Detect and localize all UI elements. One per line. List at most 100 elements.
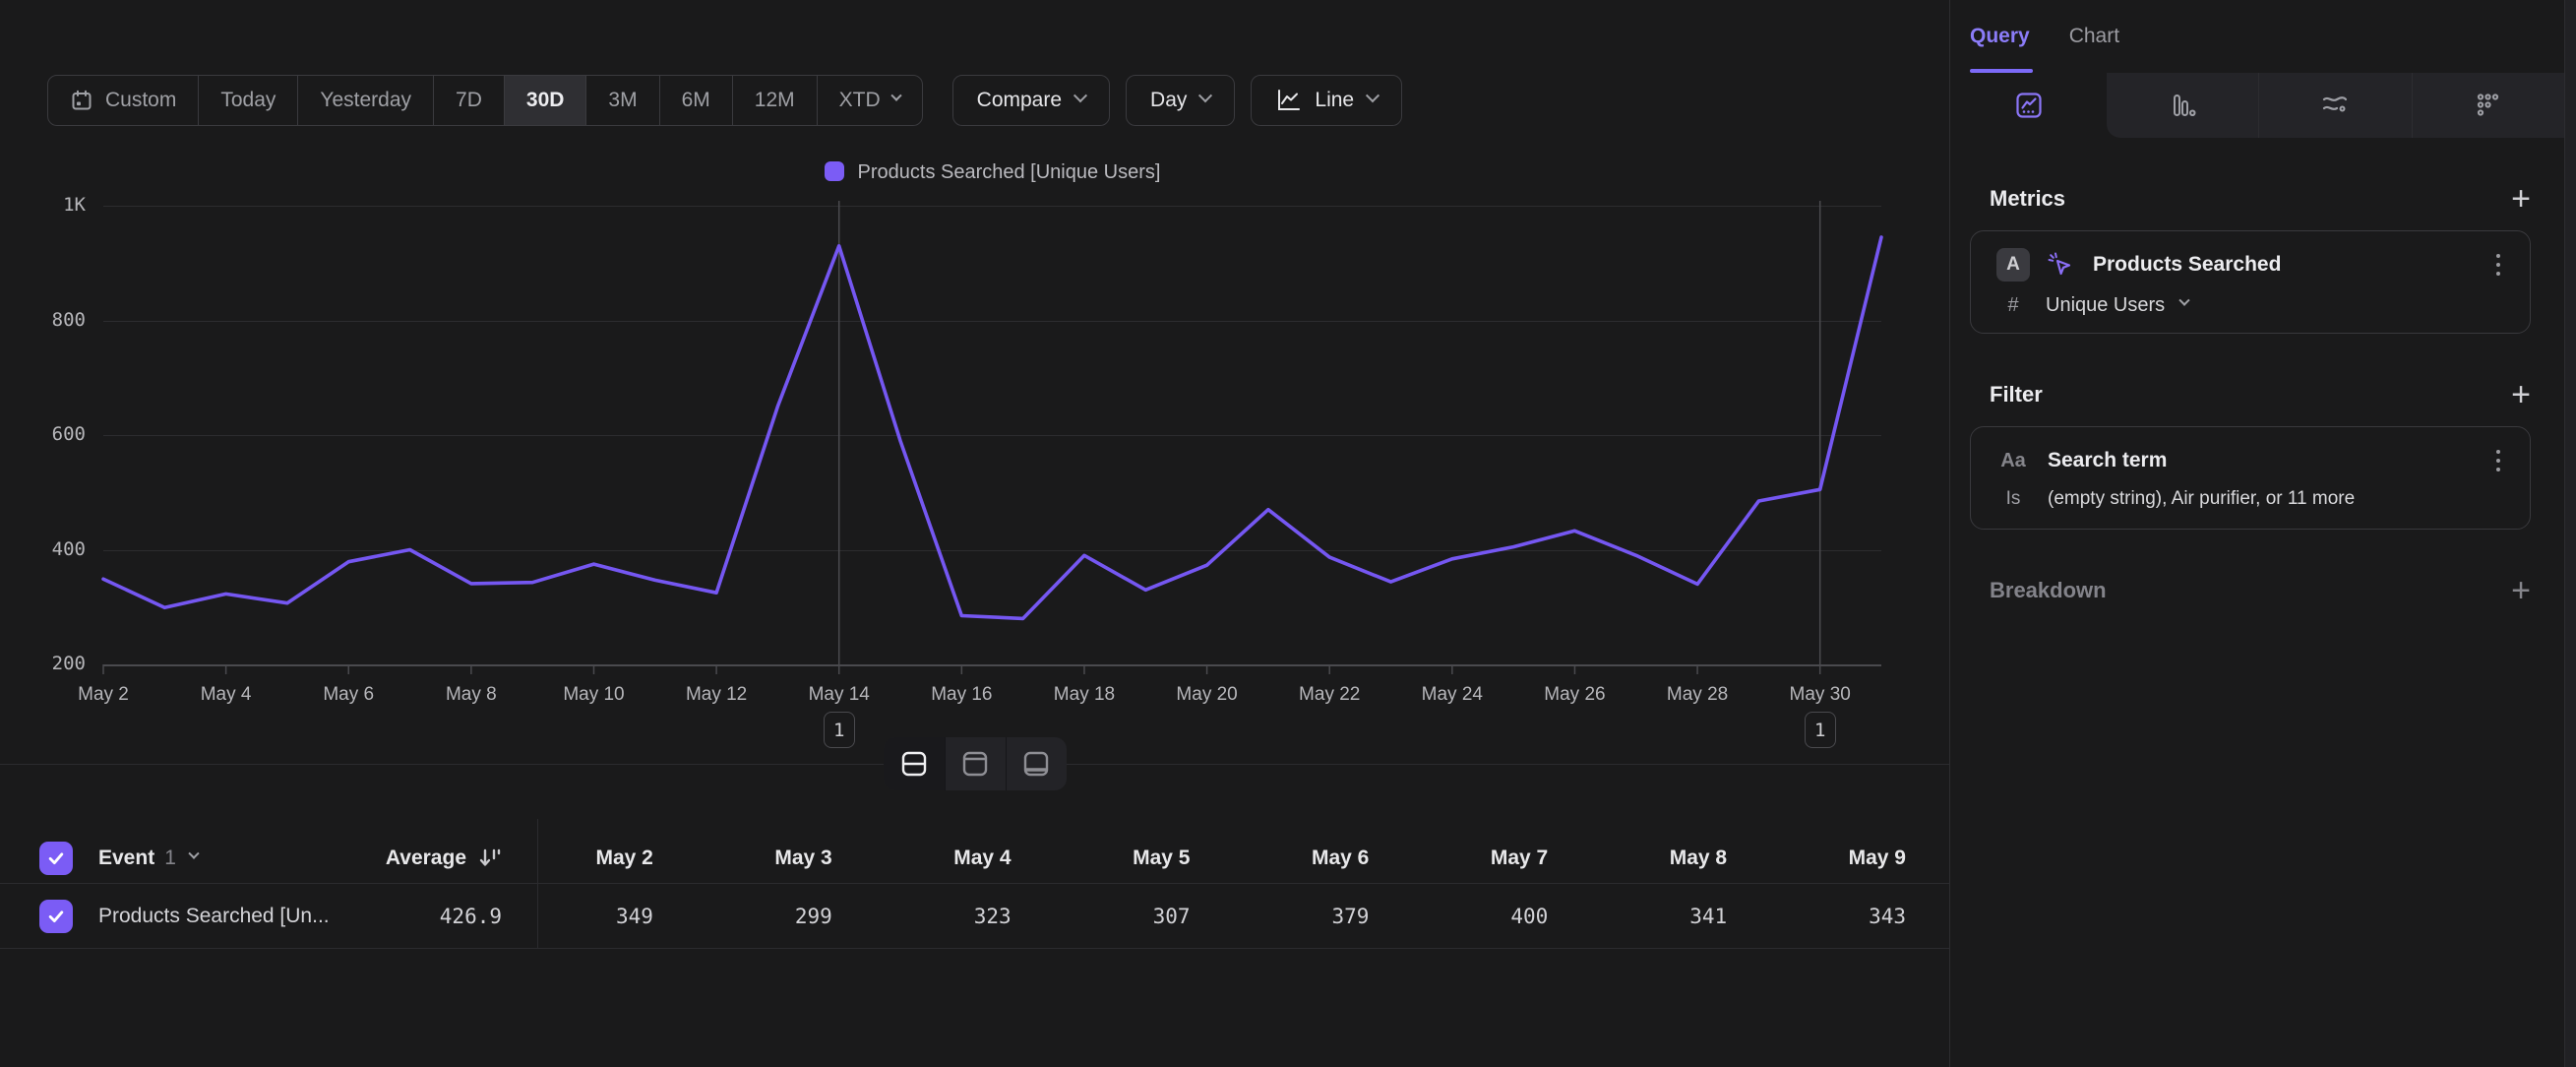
range-xtd[interactable]: XTD bbox=[817, 76, 922, 125]
y-axis-tick-label: 400 bbox=[19, 538, 86, 560]
chart-type-funnel-tab[interactable] bbox=[2412, 73, 2564, 138]
row-event-name: Products Searched [Un... bbox=[98, 905, 330, 928]
chart-view-icon bbox=[960, 749, 990, 779]
main-panel: Custom TodayYesterday 7D 30D 3M 6M 12MXTD Comp… bbox=[0, 0, 1949, 1067]
filter-card-condition-row[interactable]: Is (empty string), Air purifier, or 11 m… bbox=[1996, 488, 2504, 510]
range-label: Custom bbox=[105, 89, 176, 112]
tab-chart[interactable]: Chart bbox=[2069, 25, 2119, 48]
metrics-section-header: Metrics + bbox=[1970, 185, 2531, 213]
line-chart-plot[interactable]: 1K800600400200May 2May 4May 6May 8May 10… bbox=[103, 206, 1881, 664]
funnel-dots-icon bbox=[2474, 91, 2503, 120]
x-axis-tick-label: May 10 bbox=[524, 684, 662, 706]
chevron-down-icon[interactable] bbox=[188, 847, 199, 858]
cell-value: 299 bbox=[681, 905, 860, 928]
range-3m[interactable]: 3M bbox=[585, 76, 658, 125]
chart-type-bar-tab[interactable] bbox=[2107, 73, 2258, 138]
annotation-badge[interactable]: 1 bbox=[824, 712, 855, 748]
metric-card-top-row: A Products Searched bbox=[1996, 248, 2504, 282]
range-30d[interactable]: 30D bbox=[504, 76, 586, 125]
chart-canvas[interactable] bbox=[103, 206, 1881, 664]
row-average-value: 426.9 bbox=[440, 905, 502, 928]
x-axis-tick-label: May 2 bbox=[34, 684, 172, 706]
range-12m[interactable]: 12M bbox=[732, 76, 817, 125]
range-7d[interactable]: 7D bbox=[433, 76, 504, 125]
results-table-section: Event 1 Average May 2May 3May 4May 5May … bbox=[0, 764, 1949, 949]
metrics-heading: Metrics bbox=[1990, 186, 2065, 212]
filter-card[interactable]: Aa Search term Is (empty string), Air pu… bbox=[1970, 426, 2531, 530]
x-axis-tick-label: May 24 bbox=[1383, 684, 1521, 706]
range-6m[interactable]: 6M bbox=[659, 76, 732, 125]
date-column-header[interactable]: May 3 bbox=[681, 847, 860, 870]
bar-chart-icon bbox=[2168, 91, 2197, 120]
event-count: 1 bbox=[164, 847, 176, 870]
line-chart-icon bbox=[1275, 88, 1301, 113]
sort-icon bbox=[478, 847, 502, 870]
add-filter-button[interactable]: + bbox=[2511, 381, 2531, 408]
table-row: Products Searched [Un... 426.9 349299323… bbox=[0, 884, 1949, 949]
scrollbar-gutter[interactable] bbox=[2564, 0, 2576, 1067]
chart-type-line-tab[interactable] bbox=[1950, 73, 2107, 138]
granularity-button[interactable]: Day bbox=[1126, 75, 1235, 126]
range-yesterday[interactable]: Yesterday bbox=[297, 76, 433, 125]
column-divider bbox=[537, 819, 538, 949]
x-axis-tick-label: May 12 bbox=[647, 684, 785, 706]
filter-property-name: Search term bbox=[2048, 449, 2167, 472]
date-column-header[interactable]: May 4 bbox=[860, 847, 1039, 870]
cell-value: 343 bbox=[1754, 905, 1933, 928]
add-metric-button[interactable]: + bbox=[2511, 185, 2531, 213]
check-icon bbox=[46, 907, 66, 926]
range-label: 7D bbox=[456, 89, 482, 112]
calendar-icon bbox=[70, 89, 93, 112]
table-view-icon bbox=[1021, 749, 1051, 779]
chevron-down-icon bbox=[1366, 89, 1380, 102]
x-axis-tick-label: May 22 bbox=[1260, 684, 1398, 706]
x-axis-tick-label: May 26 bbox=[1505, 684, 1643, 706]
x-axis-tick-label: May 20 bbox=[1138, 684, 1276, 706]
range-label: 3M bbox=[608, 89, 637, 112]
date-column-header[interactable]: May 6 bbox=[1218, 847, 1397, 870]
metric-card[interactable]: A Products Searched # Unique Users bbox=[1970, 230, 2531, 334]
event-header-cell: Event 1 bbox=[39, 842, 335, 875]
series-line[interactable] bbox=[103, 237, 1881, 618]
date-column-header[interactable]: May 8 bbox=[1575, 847, 1754, 870]
row-checkbox[interactable] bbox=[39, 900, 73, 933]
kebab-menu-icon[interactable] bbox=[2492, 446, 2504, 475]
date-column-header[interactable]: May 2 bbox=[502, 847, 681, 870]
date-column-header[interactable]: May 7 bbox=[1396, 847, 1575, 870]
app-root: Custom TodayYesterday 7D 30D 3M 6M 12MXTD Comp… bbox=[0, 0, 2576, 1067]
filter-section-header: Filter + bbox=[1970, 381, 2531, 408]
tab-query[interactable]: Query bbox=[1970, 25, 2030, 48]
x-axis-line bbox=[103, 664, 1881, 666]
layout-toggle bbox=[884, 737, 1067, 790]
range-today[interactable]: Today bbox=[198, 76, 297, 125]
layout-split-view-button[interactable] bbox=[884, 737, 945, 790]
chart-type-inactive-group bbox=[2107, 73, 2564, 138]
chart-type-selector bbox=[1950, 73, 2576, 138]
range-custom[interactable]: Custom bbox=[48, 76, 198, 125]
cell-value: 379 bbox=[1218, 905, 1397, 928]
chart-legend[interactable]: Products Searched [Unique Users] bbox=[103, 161, 1881, 184]
annotation-badge[interactable]: 1 bbox=[1805, 712, 1836, 748]
y-axis-tick-label: 800 bbox=[19, 309, 86, 331]
kebab-menu-icon[interactable] bbox=[2492, 250, 2504, 280]
event-select-all-checkbox[interactable] bbox=[39, 842, 73, 875]
metric-series-badge: A bbox=[1996, 248, 2030, 282]
filter-heading: Filter bbox=[1990, 382, 2043, 408]
event-cursor-icon bbox=[2046, 250, 2075, 280]
range-label: 30D bbox=[526, 89, 565, 112]
average-header-cell[interactable]: Average bbox=[335, 847, 502, 870]
date-column-header[interactable]: May 5 bbox=[1039, 847, 1218, 870]
metric-card-measure-row[interactable]: # Unique Users bbox=[1996, 294, 2504, 317]
date-column-header[interactable]: May 9 bbox=[1754, 847, 1933, 870]
measure-symbol: # bbox=[1996, 294, 2030, 317]
chart-type-stream-tab[interactable] bbox=[2258, 73, 2411, 138]
granularity-label: Day bbox=[1150, 89, 1187, 112]
layout-chart-view-button[interactable] bbox=[945, 737, 1006, 790]
breakdown-section-header: Breakdown + bbox=[1970, 577, 2531, 604]
layout-table-view-button[interactable] bbox=[1006, 737, 1067, 790]
x-axis-tick-label: May 6 bbox=[279, 684, 417, 706]
range-label: 6M bbox=[682, 89, 710, 112]
add-breakdown-button[interactable]: + bbox=[2511, 577, 2531, 604]
chart-style-button[interactable]: Line bbox=[1251, 75, 1402, 126]
compare-button[interactable]: Compare bbox=[952, 75, 1110, 126]
